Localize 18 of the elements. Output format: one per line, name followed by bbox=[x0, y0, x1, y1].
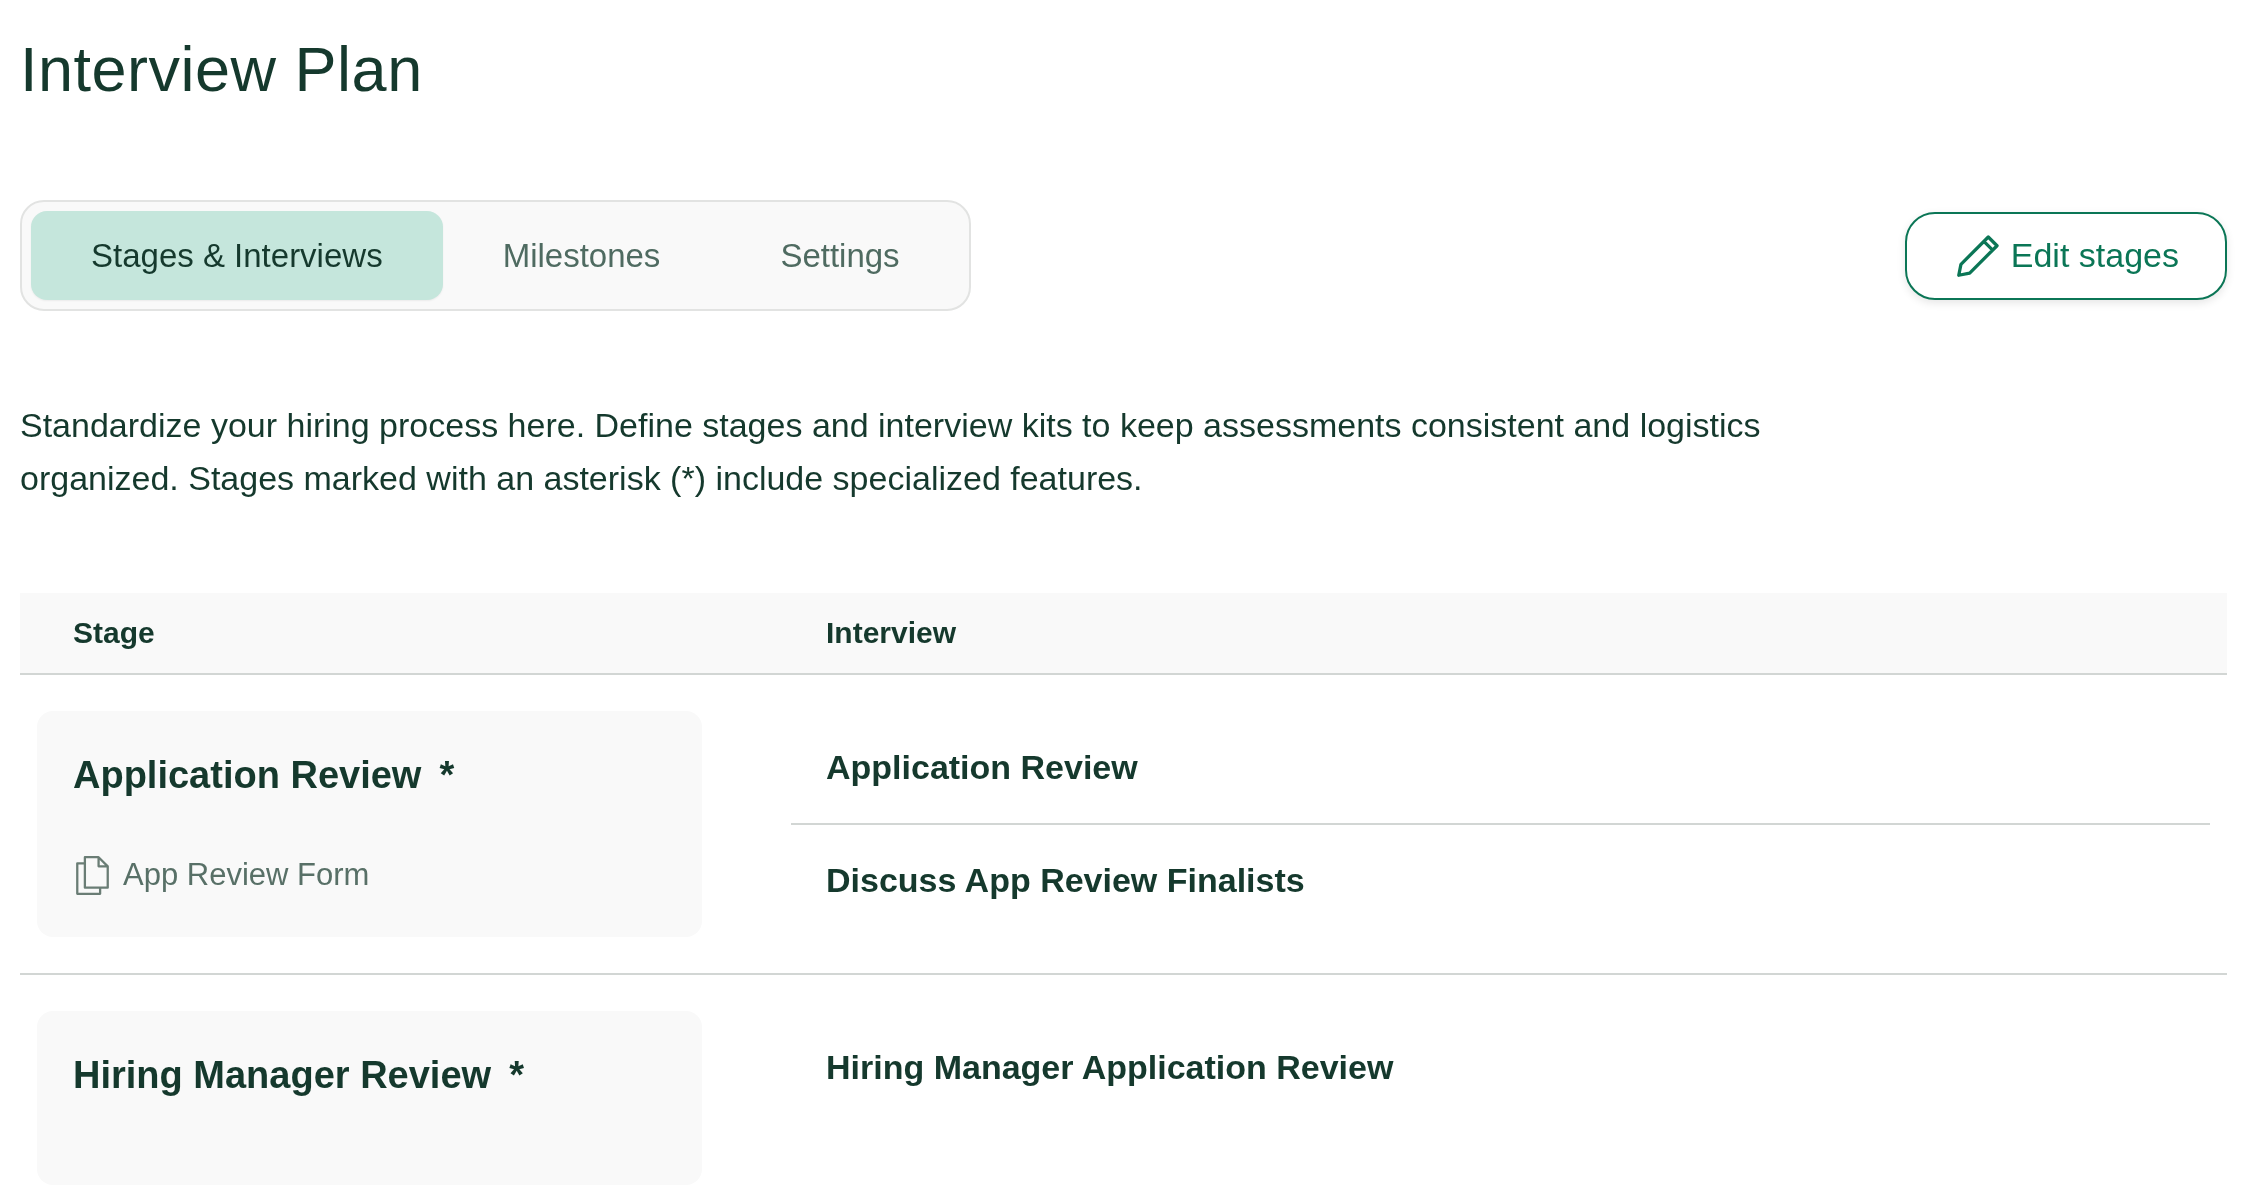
description-text: Standardize your hiring process here. Define stages and interview kits to keep assessments consistent and logistics organized. Stages marked with an asterisk (*) include specialized features. bbox=[20, 405, 1762, 499]
asterisk-marker: * bbox=[509, 1053, 524, 1097]
interview-name: Discuss App Review Finalists bbox=[826, 860, 1305, 900]
interview-name: Hiring Manager Application Review bbox=[826, 1047, 1394, 1087]
tab[interactable]: Milestones bbox=[442, 211, 721, 300]
pencil-icon bbox=[1956, 234, 1999, 277]
page-title: Interview Plan bbox=[20, 33, 424, 106]
stage-name: Application Review bbox=[73, 753, 422, 797]
form-name: App Review Form bbox=[123, 856, 370, 894]
documents-icon bbox=[76, 855, 109, 895]
tab[interactable]: Stages & Interviews bbox=[31, 211, 443, 300]
asterisk-marker: * bbox=[439, 753, 455, 797]
column-header: Stage bbox=[73, 616, 155, 649]
column-header: Interview bbox=[826, 616, 957, 649]
tab[interactable]: Settings bbox=[720, 211, 960, 300]
stage-name: Hiring Manager Review bbox=[73, 1053, 492, 1097]
edit-stages-button[interactable]: Edit stages bbox=[1904, 211, 2227, 300]
interview-name: Application Review bbox=[826, 747, 1138, 787]
